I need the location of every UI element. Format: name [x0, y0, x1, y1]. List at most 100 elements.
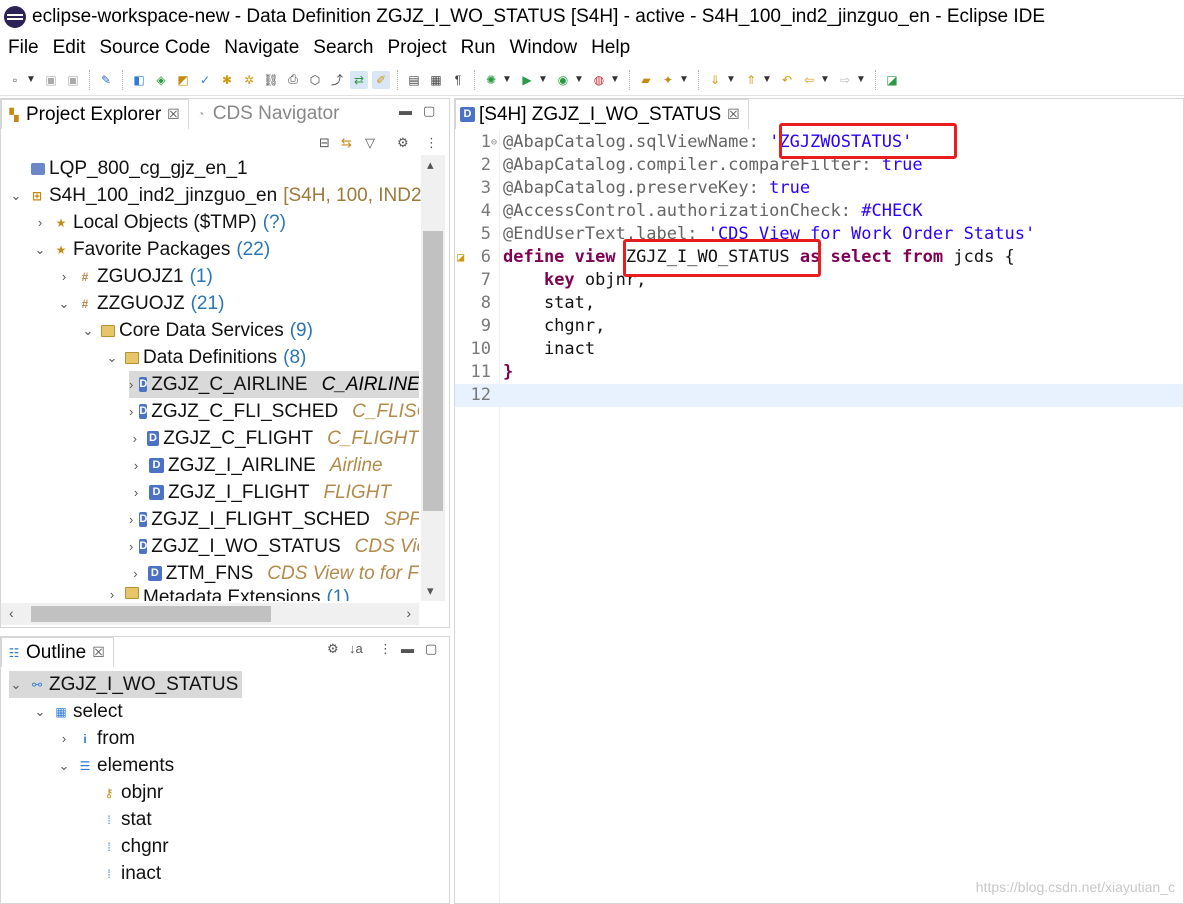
last-edit-location-icon[interactable]: ↶	[778, 71, 796, 89]
chevron-down-icon[interactable]: ⌄	[105, 350, 119, 366]
code-line[interactable]: 10 inact	[455, 338, 1183, 361]
tree-item[interactable]: › D ZGJZ_I_FLIGHT_SCHED SPFLI	[129, 506, 419, 533]
block-selection-icon[interactable]: ▦	[427, 71, 445, 89]
next-annotation-dropdown-icon[interactable]: ▼	[726, 71, 736, 89]
menu-edit[interactable]: Edit	[53, 37, 86, 59]
external-tools-icon[interactable]: ◍	[590, 71, 608, 89]
tree-item[interactable]: › ★ Local Objects ($TMP) (?)	[33, 209, 286, 236]
new-dropdown-icon[interactable]: ▼	[26, 71, 36, 89]
view-menu-icon[interactable]: ⋮	[425, 135, 438, 151]
menu-window[interactable]: Window	[509, 37, 577, 59]
save-all-icon[interactable]: ▣	[64, 71, 82, 89]
chevron-right-icon[interactable]: ›	[129, 377, 133, 392]
coverage-dropdown-icon[interactable]: ▼	[574, 71, 584, 89]
open-type-icon[interactable]: ▤	[405, 71, 423, 89]
view-menu-icon[interactable]: ⋮	[379, 641, 392, 657]
tree-item[interactable]: ⚷ objnr	[101, 779, 164, 806]
maximize-icon[interactable]: ▢	[423, 103, 435, 119]
tree-item[interactable]: LQP_800_cg_gjz_en_1	[31, 155, 248, 182]
tree-item[interactable]: ⌄ ★ Favorite Packages (22)	[33, 236, 271, 263]
close-icon[interactable]: ☒	[167, 106, 180, 123]
link-with-editor-icon[interactable]: ⇄	[350, 70, 368, 89]
warning-marker-icon[interactable]: ◪	[457, 246, 464, 269]
tree-item[interactable]: › Metadata Extensions (1)	[105, 587, 350, 601]
tree-item[interactable]: › D ZGJZ_I_WO_STATUS CDS View	[129, 533, 419, 560]
back-icon[interactable]: ⇦	[800, 71, 818, 89]
run-as-icon[interactable]: ⬡	[306, 71, 324, 89]
tree-item[interactable]: › D ZTM_FNS CDS View to for F	[129, 560, 419, 587]
chevron-down-icon[interactable]: ⌄	[81, 323, 95, 339]
collapse-all-icon[interactable]: ⊟	[319, 135, 330, 151]
tab-project-explorer[interactable]: ▚ Project Explorer ☒	[1, 99, 189, 129]
run-dropdown-icon[interactable]: ▼	[538, 71, 548, 89]
chevron-right-icon[interactable]: ›	[129, 404, 133, 419]
tree-item[interactable]: › D ZGJZ_I_FLIGHT FLIGHT	[129, 479, 419, 506]
open-perspective-icon[interactable]: ◪	[883, 71, 901, 89]
tree-item[interactable]: ⌄ Core Data Services (9)	[81, 317, 313, 344]
focus-icon[interactable]: ⚙	[327, 641, 339, 657]
tree-item[interactable]: ⌄ ☰ elements	[57, 752, 175, 779]
code-line[interactable]: 8 stat,	[455, 292, 1183, 315]
tab-editor-zgjz-i-wo-status[interactable]: D [S4H] ZGJZ_I_WO_STATUS ☒	[455, 99, 749, 129]
chevron-down-icon[interactable]: ⌄	[57, 758, 71, 774]
tree-item[interactable]: › D ZGJZ_I_AIRLINE Airline	[129, 452, 419, 479]
chevron-right-icon[interactable]: ›	[57, 269, 71, 284]
code-line[interactable]: 3 @AbapCatalog.preserveKey: true	[455, 177, 1183, 200]
search-dropdown-icon[interactable]: ▼	[679, 71, 689, 89]
focus-icon[interactable]: ⚙	[397, 135, 409, 151]
external-tools-dropdown-icon[interactable]: ▼	[610, 71, 620, 89]
debug-icon[interactable]: ✺	[482, 71, 500, 89]
chevron-right-icon[interactable]: ›	[129, 566, 142, 581]
activate-all-icon[interactable]: ✲	[240, 71, 258, 89]
tree-item[interactable]: › D ZGJZ_C_FLIGHT C_FLIGHT	[129, 425, 419, 452]
chevron-down-icon[interactable]: ⌄	[33, 242, 47, 258]
save-icon[interactable]: ▣	[42, 71, 60, 89]
open-development-object-icon[interactable]: ◩	[174, 71, 192, 89]
previous-annotation-dropdown-icon[interactable]: ▼	[762, 71, 772, 89]
minimize-icon[interactable]: ▬	[399, 103, 412, 118]
coverage-icon[interactable]: ◉	[554, 71, 572, 89]
tree-item[interactable]: ⁞ chgnr	[101, 833, 168, 860]
scroll-right-icon[interactable]: ›	[406, 605, 411, 621]
search-flashlight-icon[interactable]: ✦	[659, 71, 677, 89]
chevron-down-icon[interactable]: ⌄	[9, 188, 23, 204]
menu-file[interactable]: File	[8, 37, 39, 59]
tree-item[interactable]: › # ZGUOJZ1 (1)	[57, 263, 213, 290]
tree-item[interactable]: › D ZGJZ_C_AIRLINE C_AIRLINE	[129, 371, 419, 398]
scrollbar-thumb[interactable]	[423, 231, 443, 511]
tab-cds-navigator[interactable]: ◔ CDS Navigator	[189, 99, 348, 129]
run-icon[interactable]: ▶	[518, 71, 536, 89]
transport-icon[interactable]: ⛓	[262, 71, 280, 89]
chevron-right-icon[interactable]: ›	[129, 431, 141, 446]
menu-help[interactable]: Help	[591, 37, 630, 59]
tree-item[interactable]: › D ZGJZ_C_FLI_SCHED C_FLISCH	[129, 398, 419, 425]
next-annotation-icon[interactable]: ⇓	[706, 71, 724, 89]
menu-navigate[interactable]: Navigate	[224, 37, 299, 59]
horizontal-scrollbar[interactable]: ‹ ›	[1, 603, 419, 625]
forward-dropdown-icon[interactable]: ▼	[856, 71, 866, 89]
fold-icon[interactable]: ⊖	[491, 131, 497, 154]
code-line[interactable]: 9 chgnr,	[455, 315, 1183, 338]
new-abap-project-icon[interactable]: ◧	[130, 71, 148, 89]
scroll-down-icon[interactable]: ▾	[427, 583, 434, 599]
tree-item[interactable]: ⌄ # ZZGUOJZ (21)	[57, 290, 225, 317]
chevron-right-icon[interactable]: ›	[129, 512, 133, 527]
tab-outline[interactable]: ☷ Outline ☒	[1, 637, 114, 667]
scroll-left-icon[interactable]: ‹	[9, 605, 14, 621]
debug-dropdown-icon[interactable]: ▼	[502, 71, 512, 89]
highlight-icon[interactable]: ✐	[372, 70, 390, 89]
code-line[interactable]: 12	[455, 384, 1183, 407]
chevron-right-icon[interactable]: ›	[129, 485, 143, 500]
link-with-editor-icon[interactable]: ⇆	[341, 135, 352, 151]
pin-icon[interactable]: ✎	[97, 71, 115, 89]
tree-item[interactable]: ⌄ ⚯ ZGJZ_I_WO_STATUS	[9, 671, 243, 698]
scroll-up-icon[interactable]: ▴	[427, 157, 434, 173]
tree-item[interactable]: ⌄ ▦ select	[33, 698, 123, 725]
chevron-right-icon[interactable]: ›	[33, 215, 47, 230]
code-editor[interactable]: 1 ⊖ @AbapCatalog.sqlViewName: 'ZGJZWOSTATU…	[455, 123, 1183, 903]
forward-icon[interactable]: ⇨	[836, 71, 854, 89]
chevron-down-icon[interactable]: ⌄	[57, 296, 71, 312]
sort-icon[interactable]: ↓a	[349, 641, 363, 656]
tree-item[interactable]: ⌄ ⊞ S4H_100_ind2_jinzguo_en [S4H, 100, I…	[9, 182, 433, 209]
check-icon[interactable]: ✓	[196, 71, 214, 89]
